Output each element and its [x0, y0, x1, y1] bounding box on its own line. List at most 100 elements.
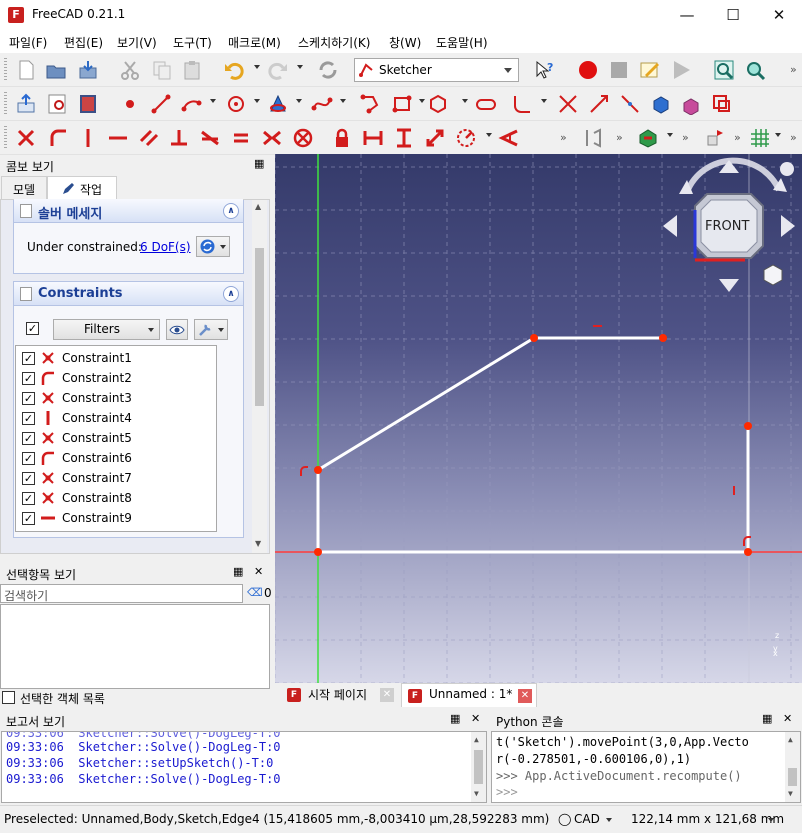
- constrain-radius-icon[interactable]: [454, 126, 478, 150]
- float-dock-icon[interactable]: ▦: [450, 712, 460, 725]
- scroll-down-icon[interactable]: ▼: [474, 789, 479, 798]
- carbon-copy-icon[interactable]: [680, 92, 704, 116]
- tab-tasks[interactable]: 작업: [47, 176, 117, 200]
- collapse-icon[interactable]: ∧: [223, 203, 239, 219]
- menu-edit[interactable]: 편집(E): [64, 34, 103, 51]
- close-dock-icon[interactable]: ✕: [254, 565, 263, 578]
- fit-selection-icon[interactable]: [743, 58, 767, 82]
- constrain-vertical-distance-icon[interactable]: [392, 126, 416, 150]
- create-conic-icon[interactable]: [266, 92, 290, 116]
- chevron-down-icon[interactable]: [606, 818, 612, 822]
- settings-dropdown[interactable]: [194, 319, 228, 340]
- create-line-icon[interactable]: [149, 92, 173, 116]
- view-sketch-icon[interactable]: [46, 92, 70, 116]
- edit-macro-icon[interactable]: [638, 58, 662, 82]
- constrain-horizontal-distance-icon[interactable]: [361, 126, 385, 150]
- scroll-down-icon[interactable]: ▼: [255, 539, 261, 548]
- visibility-toggle-button[interactable]: [166, 319, 188, 340]
- create-polygon-icon[interactable]: [426, 92, 450, 116]
- create-point-icon[interactable]: [118, 92, 142, 116]
- stop-macro-icon[interactable]: [607, 58, 631, 82]
- scroll-down-icon[interactable]: ▼: [788, 789, 793, 798]
- constrain-distance-icon[interactable]: [423, 126, 447, 150]
- new-file-icon[interactable]: [14, 58, 38, 82]
- record-macro-icon[interactable]: [576, 58, 600, 82]
- visibility-checkbox[interactable]: ✓: [22, 352, 35, 365]
- filters-dropdown[interactable]: Filters: [53, 319, 160, 340]
- show-all-checkbox[interactable]: ✓: [26, 322, 39, 335]
- construction-mode-icon[interactable]: [710, 92, 734, 116]
- create-arc-icon[interactable]: [180, 92, 204, 116]
- copy-icon[interactable]: [150, 58, 174, 82]
- float-dock-icon[interactable]: ▦: [762, 712, 772, 725]
- solver-messages-header[interactable]: 솔버 메세지 ∧: [14, 199, 243, 223]
- menu-tools[interactable]: 도구(T): [173, 34, 212, 51]
- close-tab-icon[interactable]: ✕: [518, 689, 532, 703]
- external-geometry-icon[interactable]: [649, 92, 673, 116]
- leave-sketch-icon[interactable]: [14, 92, 38, 116]
- report-scrollbar[interactable]: ▲ ▼: [471, 732, 486, 802]
- menu-window[interactable]: 창(W): [389, 34, 421, 51]
- python-prompt[interactable]: >>>: [496, 785, 518, 799]
- menu-help[interactable]: 도움말(H): [436, 34, 488, 51]
- list-item[interactable]: ✓ Constraint3: [16, 388, 216, 408]
- close-button[interactable]: ✕: [756, 0, 802, 31]
- create-bspline-icon[interactable]: [310, 92, 334, 116]
- paste-icon[interactable]: [180, 58, 204, 82]
- scrollbar-thumb[interactable]: [474, 750, 483, 784]
- list-item[interactable]: ✓ Constraint5: [16, 428, 216, 448]
- toolbar-overflow-button[interactable]: »: [682, 131, 689, 144]
- dof-link[interactable]: 6 DoF(s): [140, 240, 191, 254]
- scrollbar-thumb[interactable]: [788, 768, 797, 786]
- list-item[interactable]: ✓ Constraint8: [16, 488, 216, 508]
- create-circle-icon[interactable]: [224, 92, 248, 116]
- run-macro-icon[interactable]: [669, 58, 693, 82]
- visibility-checkbox[interactable]: ✓: [22, 452, 35, 465]
- scroll-up-icon[interactable]: ▲: [255, 202, 261, 211]
- constrain-perpendicular-icon[interactable]: [167, 126, 191, 150]
- toolbar-overflow-button[interactable]: »: [616, 131, 623, 144]
- list-item[interactable]: ✓ Constraint1: [16, 348, 216, 368]
- trim-edge-icon[interactable]: [556, 92, 580, 116]
- float-dock-icon[interactable]: ▦: [233, 565, 243, 578]
- extend-edge-icon[interactable]: [587, 92, 611, 116]
- constrain-block-icon[interactable]: [291, 126, 315, 150]
- toggle-driving-icon[interactable]: [582, 126, 606, 150]
- visibility-checkbox[interactable]: ✓: [22, 372, 35, 385]
- split-edge-icon[interactable]: [618, 92, 642, 116]
- scroll-up-icon[interactable]: ▲: [788, 735, 793, 744]
- constrain-lock-icon[interactable]: [330, 126, 354, 150]
- clear-search-icon[interactable]: ⌫: [247, 586, 263, 599]
- visibility-checkbox[interactable]: ✓: [22, 512, 35, 525]
- tab-start-page[interactable]: F 시작 페이지 ✕: [281, 683, 397, 707]
- selection-list[interactable]: [0, 604, 270, 689]
- constrain-parallel-icon[interactable]: [137, 126, 161, 150]
- task-panel-scrollbar[interactable]: ▲ ▼: [252, 200, 267, 553]
- float-dock-icon[interactable]: ▦: [254, 157, 264, 170]
- constrain-tangent-icon[interactable]: [198, 126, 222, 150]
- constrain-point-on-object-icon[interactable]: [46, 126, 70, 150]
- search-input[interactable]: 검색하기: [0, 584, 243, 603]
- redo-icon[interactable]: [266, 58, 290, 82]
- close-dock-icon[interactable]: ✕: [783, 712, 792, 725]
- open-file-icon[interactable]: [44, 58, 68, 82]
- constrain-angle-icon[interactable]: [497, 126, 521, 150]
- minimize-button[interactable]: —: [664, 0, 710, 31]
- scroll-up-icon[interactable]: ▲: [474, 735, 479, 744]
- close-tab-icon[interactable]: ✕: [380, 688, 394, 702]
- python-console-output[interactable]: t('Sketch').movePoint(3,0,App.Vecto r(-0…: [491, 731, 801, 803]
- menu-file[interactable]: 파일(F): [9, 34, 47, 51]
- auto-update-button[interactable]: [196, 236, 230, 257]
- scrollbar-thumb[interactable]: [255, 248, 264, 406]
- refresh-icon[interactable]: [316, 58, 340, 82]
- constrain-coincident-icon[interactable]: [14, 126, 38, 150]
- menu-view[interactable]: 보기(V): [117, 34, 157, 51]
- grid-toggle-icon[interactable]: [748, 126, 772, 150]
- constrain-vertical-icon[interactable]: [76, 126, 100, 150]
- list-item[interactable]: ✓ Constraint6: [16, 448, 216, 468]
- chevron-down-icon[interactable]: [768, 818, 774, 822]
- constrain-symmetric-icon[interactable]: [260, 126, 284, 150]
- fit-all-icon[interactable]: [712, 58, 736, 82]
- constraints-header[interactable]: Constraints ∧: [14, 282, 243, 306]
- workbench-selector[interactable]: Sketcher: [354, 58, 519, 82]
